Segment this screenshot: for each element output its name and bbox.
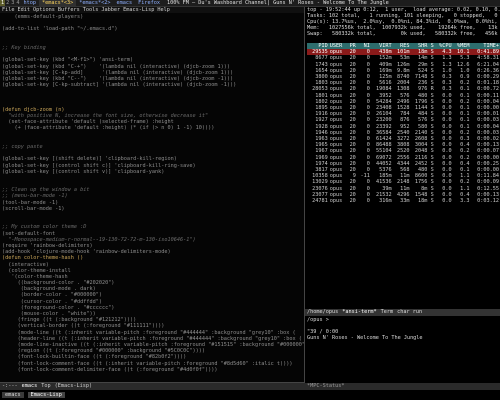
mpc-mode-line: *MPC-Status*: [305, 383, 500, 390]
code-buffer[interactable]: (emms-default-players) (add-to-list 'load…: [0, 14, 304, 386]
process-cell: 0:03.12: [477, 198, 499, 205]
process-cell: 18m: [418, 198, 428, 205]
modeline-buffer: *ansi-term*: [342, 309, 377, 316]
menu-item[interactable]: Buffers: [58, 7, 80, 13]
modeline-buffer: *MPC-Status*: [307, 383, 345, 390]
menu-item[interactable]: Emacs-Lisp: [123, 7, 154, 13]
process-row[interactable]: 24781 opus 20 0 316m 33m 18m S 0.0 3.3 0:03.12: [307, 198, 500, 204]
left-mode-line: -:--- emacs Top (Emacs-Lisp): [0, 382, 306, 390]
process-cell: 3.3: [460, 198, 470, 205]
terminal-line: Guns N' Roses - Welcome To The Jungle: [307, 335, 423, 341]
menu-item[interactable]: Tools: [83, 7, 99, 13]
modeline-status: -:---: [2, 383, 18, 390]
terminal-buffer[interactable]: /opus > "39 / 0:00 Guns N' Roses - Welcom…: [305, 317, 500, 387]
window-tab[interactable]: *emacs*<3>: [39, 0, 77, 6]
left-tabs-bar: emacs Emacs-Lisp: [0, 390, 306, 400]
window-tab[interactable]: *emacs*<2>: [76, 0, 113, 6]
code-line: (mode-line ((t (:inherit variable-pitch …: [2, 329, 296, 336]
process-cell: 0.0: [442, 198, 452, 205]
emacs-menu-bar: File Edit Options Buffers Tools Jabber Emacs-L…: [0, 7, 304, 13]
modeline-position: Top: [41, 383, 51, 390]
emacs-left-frame: File Edit Options Buffers Tools Jabber Emacs-L…: [0, 7, 306, 400]
code-line: (font-lock-comment-face ((t (:inherit va…: [2, 360, 293, 367]
window-tab[interactable]: htop: [21, 0, 40, 6]
process-cell: 316m: [379, 198, 392, 205]
menu-item[interactable]: Options: [33, 7, 55, 13]
emacs-right-frame: top - 19:52:44 up 0:12, 1 user, load ave…: [305, 7, 500, 400]
buffer-tab[interactable]: emacs: [2, 391, 24, 399]
window-manager-bar: 1 2 3 4 htop *emacs*<3> *emacs*<2> emacs Firefox…: [0, 0, 500, 7]
menu-item[interactable]: Help: [157, 7, 170, 13]
menu-item[interactable]: Edit: [18, 7, 31, 13]
window-tab[interactable]: Firefox: [135, 0, 163, 6]
menu-item[interactable]: Jabber: [101, 7, 120, 13]
right-mode-line: /home/opus *ansi-term* Term char run: [305, 309, 500, 316]
code-line: (font-lock-comment-delimiter-face ((t (:…: [2, 366, 218, 373]
modeline-mode: (Emacs-Lisp): [54, 383, 93, 390]
window-tab[interactable]: emacs: [113, 0, 135, 6]
buffer-tab[interactable]: Emacs-Lisp: [27, 391, 65, 399]
now-playing-status: 100% FM — Du's Washboard Channel| Guns N…: [166, 0, 389, 6]
process-table[interactable]: PID USER PR NI VIRT RES SHR S %CPU %MEM TIME+ 2953…: [307, 43, 500, 204]
process-cell: opus: [329, 198, 343, 205]
process-cell: 24781: [312, 198, 328, 205]
top-summary-line: Swap: 580332k total, 0k used, 580332k fr…: [307, 31, 500, 37]
menu-item[interactable]: File: [2, 7, 15, 13]
modeline-submode: char run: [397, 309, 423, 316]
modeline-mode: Term: [380, 309, 394, 316]
process-cell: 0: [366, 198, 370, 205]
process-cell: 20: [349, 198, 356, 205]
modeline-buffer: emacs: [21, 383, 38, 390]
process-cell: 33m: [400, 198, 410, 205]
modeline-path: /home/opus: [307, 309, 339, 316]
top-summary: top - 19:52:44 up 0:12, 1 user, load ave…: [305, 7, 500, 43]
